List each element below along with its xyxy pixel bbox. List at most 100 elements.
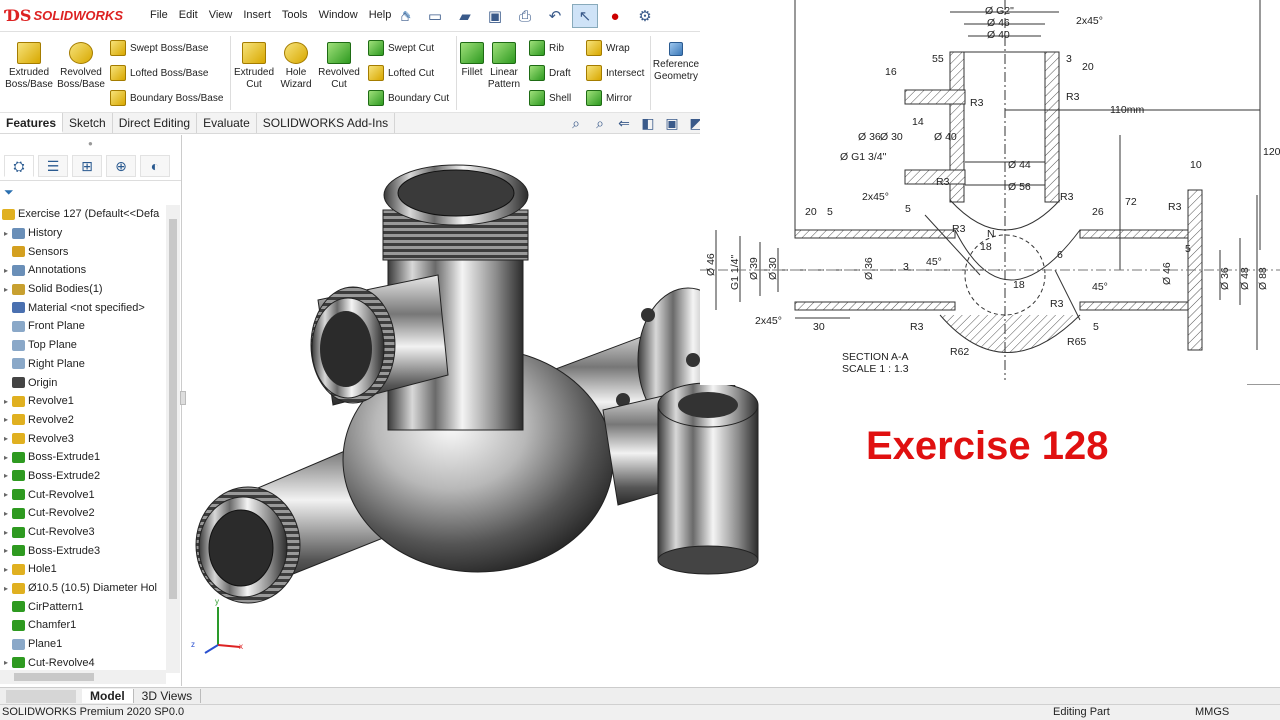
tree-item[interactable]: Chamfer1 xyxy=(0,616,166,635)
tree-item[interactable]: ▸ Boss-Extrude2 xyxy=(0,467,166,486)
tree-item[interactable]: Right Plane xyxy=(0,355,166,374)
draft-button[interactable]: Draft xyxy=(529,63,571,83)
tree-item[interactable]: ▸ Revolve1 xyxy=(0,392,166,411)
tree-horizontal-scrollbar[interactable] xyxy=(0,670,166,684)
tree-item[interactable]: ▸ History xyxy=(0,224,166,243)
solidworks-logo[interactable]: ƊS SOLIDWORKS xyxy=(6,6,123,25)
origin-icon xyxy=(12,377,25,389)
display-manager-tab-icon[interactable]: ◐ xyxy=(140,155,170,177)
tree-root-part[interactable]: Exercise 127 (Default<<Defa xyxy=(0,205,166,224)
wrap-button[interactable]: Wrap xyxy=(586,38,630,58)
units-selector[interactable]: MMGS xyxy=(1195,706,1229,718)
tree-item[interactable]: ▸ Cut-Revolve1 xyxy=(0,485,166,504)
section-view-icon[interactable]: ◧ xyxy=(638,114,658,132)
rib-button[interactable]: Rib xyxy=(529,38,564,58)
property-manager-tab-icon[interactable]: ☰ xyxy=(38,155,68,177)
open-folder-icon[interactable]: ▰ xyxy=(452,4,478,28)
mirror-button[interactable]: Mirror xyxy=(586,88,632,108)
lofted-boss-button[interactable]: Lofted Boss/Base xyxy=(110,63,208,83)
expand-arrow-icon[interactable]: ▸ xyxy=(0,415,12,424)
tab-navigation-arrows[interactable] xyxy=(6,689,76,703)
tree-item[interactable]: Plane1 xyxy=(0,635,166,654)
tree-item[interactable]: ▸ Annotations xyxy=(0,261,166,280)
expand-arrow-icon[interactable]: ▸ xyxy=(0,546,12,555)
tree-item[interactable]: ▸ Solid Bodies(1) xyxy=(0,280,166,299)
shell-button[interactable]: Shell xyxy=(529,88,571,108)
expand-arrow-icon[interactable]: ▸ xyxy=(0,434,12,443)
zoom-to-fit-icon[interactable]: ⌕ xyxy=(566,114,586,132)
dim-5-b: 5 xyxy=(1185,243,1191,255)
tree-item[interactable]: ▸ Revolve3 xyxy=(0,429,166,448)
extruded-boss-button[interactable]: Extruded Boss/Base xyxy=(3,38,55,91)
configuration-manager-tab-icon[interactable]: ⊞ xyxy=(72,155,102,177)
tab-addins[interactable]: SOLIDWORKS Add-Ins xyxy=(257,113,396,133)
tab-model[interactable]: Model xyxy=(82,689,134,703)
view-orientation-icon[interactable]: ▣ xyxy=(662,114,682,132)
swept-boss-button[interactable]: Swept Boss/Base xyxy=(110,38,208,58)
expand-arrow-icon[interactable]: ▸ xyxy=(0,509,12,518)
expand-arrow-icon[interactable]: ▸ xyxy=(0,453,12,462)
tab-evaluate[interactable]: Evaluate xyxy=(197,113,257,133)
lofted-cut-button[interactable]: Lofted Cut xyxy=(368,63,434,83)
tree-item[interactable]: ▸ Revolve2 xyxy=(0,411,166,430)
menu-insert[interactable]: Insert xyxy=(243,9,271,22)
menu-edit[interactable]: Edit xyxy=(179,9,198,22)
menu-window[interactable]: Window xyxy=(319,9,358,22)
revolved-boss-button[interactable]: Revolved Boss/Base xyxy=(55,38,107,91)
linear-pattern-button[interactable]: Linear Pattern xyxy=(478,38,530,91)
plane-icon xyxy=(12,339,25,351)
expand-arrow-icon[interactable]: ▸ xyxy=(0,528,12,537)
tree-item[interactable]: ▸ Hole1 xyxy=(0,560,166,579)
tree-item[interactable]: ▸ Ø10.5 (10.5) Diameter Hol xyxy=(0,579,166,598)
tab-sketch[interactable]: Sketch xyxy=(63,113,113,133)
select-cursor-icon[interactable]: ↖ xyxy=(572,4,598,28)
tree-item[interactable]: Sensors xyxy=(0,242,166,261)
zoom-area-icon[interactable]: ⌕ xyxy=(590,114,610,132)
menu-view[interactable]: View xyxy=(209,9,233,22)
rebuild-icon[interactable]: ● xyxy=(602,4,628,28)
expand-arrow-icon[interactable]: ▸ xyxy=(0,266,12,275)
tree-item[interactable]: Origin xyxy=(0,373,166,392)
dimxpert-tab-icon[interactable]: ⊕ xyxy=(106,155,136,177)
tab-direct-editing[interactable]: Direct Editing xyxy=(113,113,198,133)
revolved-cut-button[interactable]: Revolved Cut xyxy=(313,38,365,91)
tree-item[interactable]: ▸ Boss-Extrude3 xyxy=(0,541,166,560)
expand-arrow-icon[interactable]: ▸ xyxy=(0,490,12,499)
expand-arrow-icon[interactable]: ▸ xyxy=(0,229,12,238)
save-icon[interactable]: ▣ xyxy=(482,4,508,28)
menu-tools[interactable]: Tools xyxy=(282,9,308,22)
panel-splitter[interactable] xyxy=(180,391,186,405)
tree-item[interactable]: Top Plane xyxy=(0,336,166,355)
tree-item[interactable]: ▸ Boss-Extrude1 xyxy=(0,448,166,467)
collapse-handle-icon[interactable]: ● xyxy=(88,139,93,148)
expand-arrow-icon[interactable]: ▸ xyxy=(0,565,12,574)
tree-item[interactable]: Front Plane xyxy=(0,317,166,336)
tree-item[interactable]: CirPattern1 xyxy=(0,597,166,616)
expand-arrow-icon[interactable]: ▸ xyxy=(0,658,12,667)
expand-arrow-icon[interactable]: ▸ xyxy=(0,285,12,294)
previous-view-icon[interactable]: ⇐ xyxy=(614,114,634,132)
tree-vertical-scrollbar[interactable] xyxy=(166,205,180,673)
boundary-boss-button[interactable]: Boundary Boss/Base xyxy=(110,88,223,108)
home-icon[interactable]: ⌂ xyxy=(392,4,418,28)
menu-file[interactable]: File xyxy=(150,9,168,22)
expand-arrow-icon[interactable]: ▸ xyxy=(0,397,12,406)
new-document-icon[interactable]: ▭ xyxy=(422,4,448,28)
options-icon[interactable]: ⚙ xyxy=(632,4,658,28)
expand-arrow-icon[interactable]: ▸ xyxy=(0,471,12,480)
menu-help[interactable]: Help xyxy=(369,9,392,22)
tree-item[interactable]: ▸ Cut-Revolve3 xyxy=(0,523,166,542)
intersect-button[interactable]: Intersect xyxy=(586,63,644,83)
swept-cut-button[interactable]: Swept Cut xyxy=(368,38,434,58)
boundary-cut-button[interactable]: Boundary Cut xyxy=(368,88,449,108)
tab-3d-views[interactable]: 3D Views xyxy=(134,689,202,703)
filter-icon[interactable]: ⏷ xyxy=(4,185,14,200)
expand-arrow-icon[interactable]: ▸ xyxy=(0,584,12,593)
tree-item[interactable]: Material <not specified> xyxy=(0,298,166,317)
tab-features[interactable]: Features xyxy=(0,113,64,133)
feature-tree-tab-icon[interactable]: ⛭ xyxy=(4,155,34,177)
tree-item[interactable]: ▸ Cut-Revolve2 xyxy=(0,504,166,523)
print-icon[interactable]: ⎙ xyxy=(512,4,538,28)
undo-icon[interactable]: ↶ xyxy=(542,4,568,28)
reference-geometry-button[interactable]: Reference Geometry xyxy=(650,38,702,83)
